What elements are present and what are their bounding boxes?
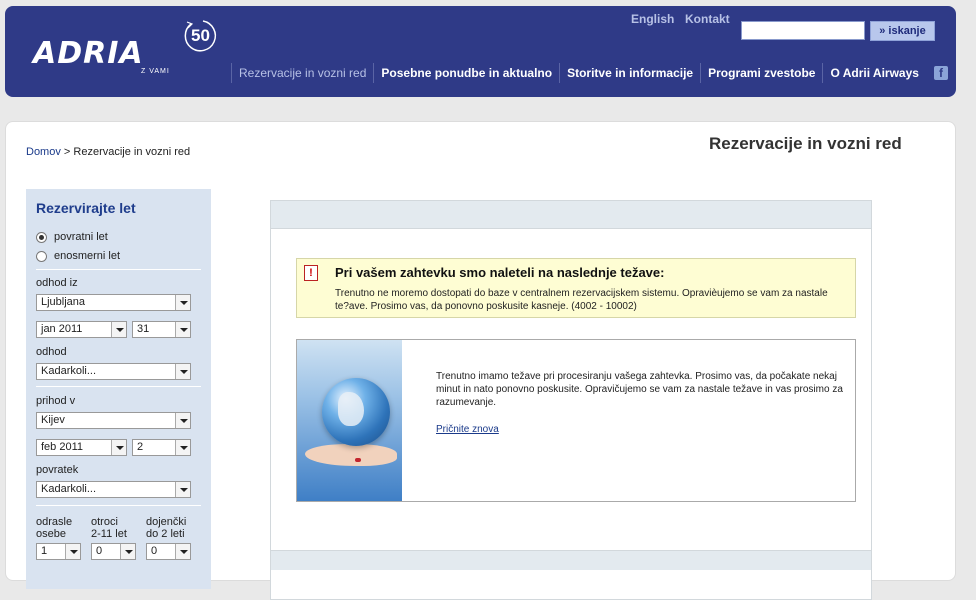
- hand-shape: [305, 444, 397, 466]
- nav-loyalty[interactable]: Programi zvestobe: [700, 63, 822, 83]
- departure-from-label: odhod iz: [36, 277, 78, 289]
- chevron-down-icon[interactable]: [175, 413, 190, 428]
- radio-label: enosmerni let: [54, 250, 121, 262]
- nav-services[interactable]: Storitve in informacije: [559, 63, 700, 83]
- infants-select[interactable]: 0: [146, 543, 191, 560]
- label-line: 2-11 let: [91, 528, 127, 540]
- nail-shape: [355, 458, 361, 462]
- main-nav: Rezervacije in vozni red Posebne ponudbe…: [231, 63, 948, 83]
- chevron-down-icon[interactable]: [175, 440, 190, 455]
- facebook-icon[interactable]: f: [933, 66, 948, 80]
- chevron-down-icon[interactable]: [175, 295, 190, 310]
- warning-icon: !: [304, 265, 318, 281]
- divider: [36, 386, 201, 387]
- site-header: ADRIA 50 Z VAMI English Kontakt » iskanj…: [5, 6, 956, 97]
- logo-anniversary: 50: [191, 26, 210, 45]
- arrival-to-select[interactable]: Kijev: [36, 412, 191, 429]
- booking-title: Rezervirajte let: [36, 200, 136, 216]
- breadcrumb-home[interactable]: Domov: [26, 146, 61, 158]
- select-value: 31: [137, 323, 150, 335]
- select-value: 1: [41, 545, 48, 557]
- adults-label: odrasle osebe: [36, 516, 72, 540]
- chevron-down-icon[interactable]: [120, 544, 135, 559]
- info-box: Trenutno imamo težave pri procesiranju v…: [296, 339, 856, 502]
- results-box: ! Pri vašem zahtevku smo naleteli na nas…: [270, 200, 872, 600]
- logo-wordmark: ADRIA: [33, 36, 144, 71]
- english-link[interactable]: English: [631, 12, 674, 26]
- chevron-down-icon[interactable]: [175, 544, 190, 559]
- radio-label: povratni let: [54, 231, 108, 243]
- label-line: osebe: [36, 528, 66, 540]
- departure-from-select[interactable]: Ljubljana: [36, 294, 191, 311]
- departure-time-select[interactable]: Kadarkoli...: [36, 363, 191, 380]
- select-value: 0: [151, 545, 158, 557]
- select-value: 0: [96, 545, 103, 557]
- search-button[interactable]: » iskanje: [870, 21, 935, 41]
- breadcrumb: Domov > Rezervacije in vozni red: [26, 146, 190, 158]
- label-line: odrasle: [36, 516, 73, 528]
- logo-tagline: Z VAMI: [141, 68, 170, 75]
- radio-unchecked-icon[interactable]: [36, 250, 47, 262]
- radio-return-trip[interactable]: povratni let: [36, 231, 108, 243]
- chevron-down-icon[interactable]: [111, 322, 126, 337]
- nav-reservations[interactable]: Rezervacije in vozni red: [231, 63, 373, 83]
- breadcrumb-separator: >: [60, 146, 74, 158]
- return-month-select[interactable]: feb 2011: [36, 439, 127, 456]
- globe-icon: [322, 378, 390, 446]
- select-value: Kadarkoli...: [41, 483, 97, 495]
- chevron-down-icon[interactable]: [175, 482, 190, 497]
- departure-month-select[interactable]: jan 2011: [36, 321, 127, 338]
- label-line: do 2 leti: [146, 528, 185, 540]
- select-value: feb 2011: [41, 441, 84, 453]
- adults-select[interactable]: 1: [36, 543, 81, 560]
- label-line: dojenčki: [146, 516, 187, 528]
- departure-time-label: odhod: [36, 346, 67, 358]
- infants-label: dojenčki do 2 leti: [146, 516, 186, 540]
- select-value: Ljubljana: [41, 296, 86, 308]
- return-day-select[interactable]: 2: [132, 439, 191, 456]
- booking-sidebar: Rezervirajte let povratni let enosmerni …: [26, 189, 211, 589]
- error-alert: ! Pri vašem zahtevku smo naleteli na nas…: [296, 258, 856, 318]
- children-select[interactable]: 0: [91, 543, 136, 560]
- divider: [36, 505, 201, 506]
- select-value: Kijev: [41, 414, 65, 426]
- alert-title: Pri vašem zahtevku smo naleteli na nasle…: [335, 265, 665, 280]
- chevron-down-icon[interactable]: [111, 440, 126, 455]
- select-value: Kadarkoli...: [41, 365, 97, 377]
- chevron-down-icon[interactable]: [175, 364, 190, 379]
- alert-text: Trenutno ne moremo dostopati do baze v c…: [335, 288, 828, 312]
- globe-in-hand-image: [297, 340, 402, 501]
- chevron-down-icon[interactable]: [175, 322, 190, 337]
- adria-logo[interactable]: ADRIA 50 Z VAMI: [33, 18, 223, 78]
- arrival-to-label: prihod v: [36, 395, 76, 407]
- nav-about[interactable]: O Adrii Airways: [822, 63, 925, 83]
- content-panel: Domov > Rezervacije in vozni red Rezerva…: [5, 121, 956, 600]
- anniversary-50-icon: 50: [183, 18, 219, 54]
- return-time-label: povratek: [36, 464, 79, 476]
- breadcrumb-current: Rezervacije in vozni red: [73, 146, 191, 158]
- info-text: Trenutno imamo težave pri procesiranju v…: [436, 371, 843, 408]
- search-input[interactable]: [741, 21, 865, 40]
- select-value: jan 2011: [41, 323, 83, 335]
- nav-special-offers[interactable]: Posebne ponudbe in aktualno: [373, 63, 559, 83]
- page-title: Rezervacije in vozni red: [709, 134, 902, 153]
- select-value: 2: [137, 441, 144, 453]
- contact-link[interactable]: Kontakt: [685, 12, 730, 26]
- departure-day-select[interactable]: 31: [132, 321, 191, 338]
- radio-one-way[interactable]: enosmerni let: [36, 250, 120, 262]
- results-header-bar: [271, 201, 871, 229]
- children-label: otroci 2-11 let: [91, 516, 127, 540]
- retry-link[interactable]: Pričnite znova: [436, 424, 499, 435]
- results-footer-bar: [271, 550, 871, 570]
- divider: [36, 269, 201, 270]
- return-time-select[interactable]: Kadarkoli...: [36, 481, 191, 498]
- label-line: otroci: [91, 516, 118, 528]
- chevron-down-icon[interactable]: [65, 544, 80, 559]
- radio-checked-icon[interactable]: [36, 231, 47, 243]
